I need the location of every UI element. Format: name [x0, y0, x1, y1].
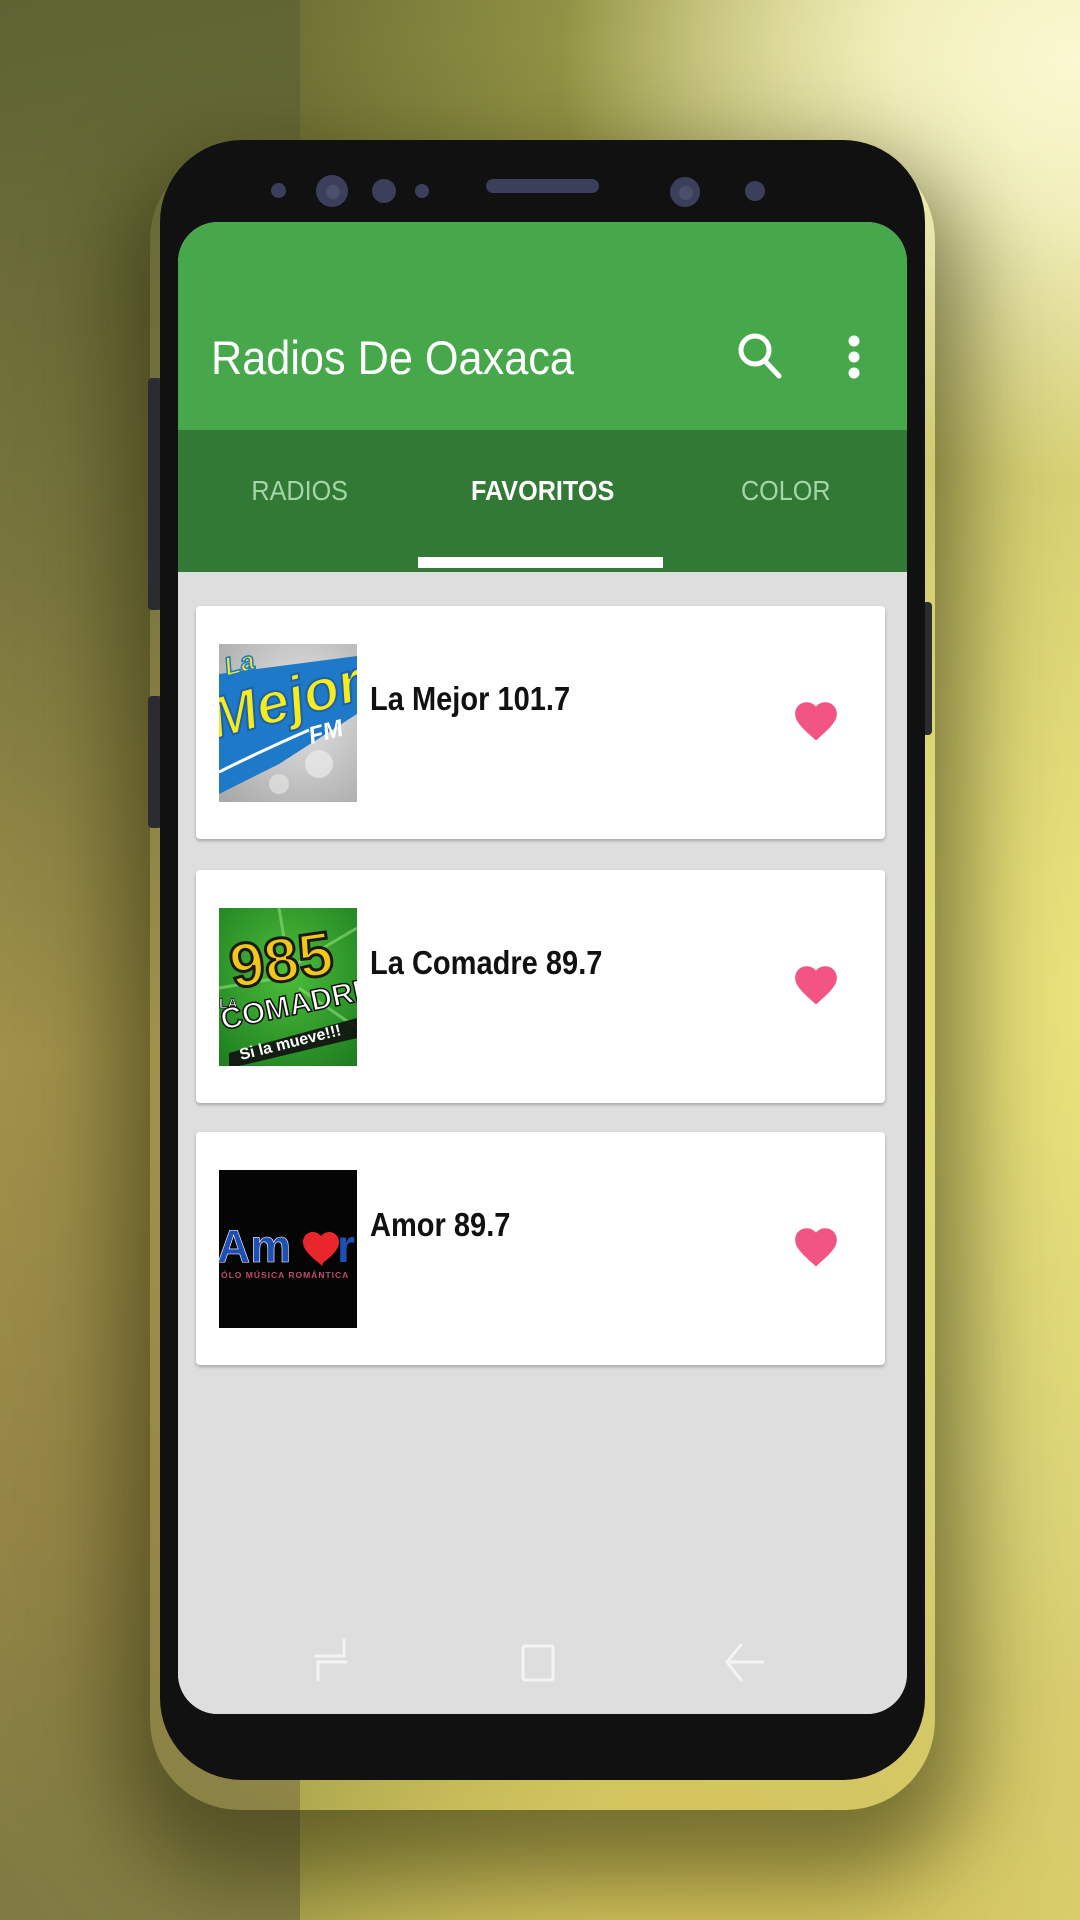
recents-icon: [314, 1638, 348, 1682]
station-logo: Am r ÓLO MÚSICA ROMÁNTICA: [219, 1170, 357, 1328]
more-options-button[interactable]: [842, 334, 866, 384]
amor-logo-image: Am r ÓLO MÚSICA ROMÁNTICA: [219, 1170, 357, 1328]
app-bar: Radios De Oaxaca: [178, 222, 907, 430]
tab-color[interactable]: COLOR: [664, 430, 907, 572]
favorite-toggle[interactable]: [791, 1222, 841, 1272]
recent-apps-button[interactable]: [313, 1638, 349, 1682]
tab-label: RADIOS: [251, 475, 348, 506]
favorite-toggle[interactable]: [791, 696, 841, 746]
tab-bar: RADIOS FAVORITOS COLOR: [178, 430, 907, 572]
svg-text:Am: Am: [219, 1220, 291, 1272]
home-button[interactable]: [518, 1643, 558, 1683]
station-card[interactable]: 985 LA COMADRE Si la mueve!!! La Comadre…: [196, 870, 885, 1103]
sensor-dot: [745, 181, 765, 201]
search-icon: [738, 333, 782, 379]
svg-text:r: r: [337, 1220, 355, 1272]
phone-screen: Radios De Oaxaca RADIOS FAVORITOS COLOR: [178, 222, 907, 1714]
la-mejor-logo-image: La Mejor FM: [219, 644, 357, 802]
front-camera-icon: [316, 175, 348, 207]
back-arrow-icon: [725, 1643, 765, 1682]
active-tab-indicator: [418, 557, 663, 568]
station-name: La Mejor 101.7: [370, 680, 571, 717]
tab-label: FAVORITOS: [470, 475, 615, 506]
tab-radios[interactable]: RADIOS: [178, 430, 421, 572]
tab-favoritos[interactable]: FAVORITOS: [421, 430, 664, 572]
svg-text:ÓLO MÚSICA ROMÁNTICA: ÓLO MÚSICA ROMÁNTICA: [221, 1269, 349, 1280]
more-vert-icon: [848, 335, 860, 379]
heart-icon: [795, 1228, 837, 1267]
station-card[interactable]: Am r ÓLO MÚSICA ROMÁNTICA Amor 89.7: [196, 1132, 885, 1365]
sensor-dot: [415, 184, 429, 198]
tab-label: COLOR: [740, 475, 831, 506]
favorite-toggle[interactable]: [791, 960, 841, 1010]
earpiece-speaker: [486, 179, 599, 193]
station-logo: La Mejor FM: [219, 644, 357, 802]
system-nav-bar: [178, 1602, 907, 1702]
back-button[interactable]: [723, 1642, 767, 1684]
home-icon: [521, 1644, 555, 1682]
favorites-list: La Mejor FM La Mejor 101.7 985 LA COMADR…: [178, 572, 907, 1714]
station-name: Amor 89.7: [370, 1206, 511, 1243]
app-title: Radios De Oaxaca: [211, 331, 574, 384]
la-comadre-logo-image: 985 LA COMADRE Si la mueve!!!: [219, 908, 357, 1066]
heart-icon: [795, 702, 837, 741]
heart-icon: [795, 966, 837, 1005]
sensor-dot: [372, 179, 396, 203]
station-card[interactable]: La Mejor FM La Mejor 101.7: [196, 606, 885, 839]
station-name: La Comadre 89.7: [370, 944, 603, 981]
sensor-dot: [271, 183, 286, 198]
search-button[interactable]: [736, 330, 786, 382]
station-logo: 985 LA COMADRE Si la mueve!!!: [219, 908, 357, 1066]
iris-scanner-icon: [670, 177, 700, 207]
